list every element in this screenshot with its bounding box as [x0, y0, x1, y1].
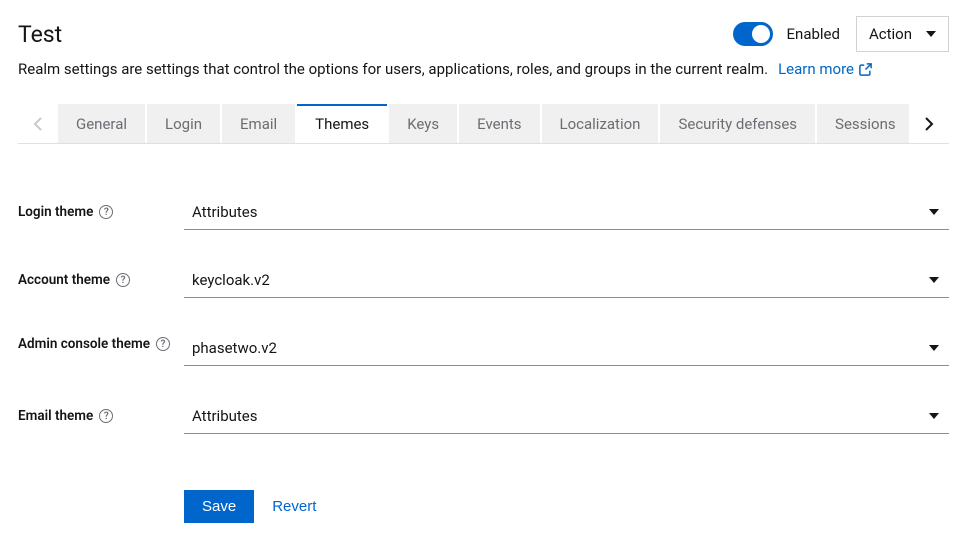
enabled-toggle[interactable] [733, 22, 773, 46]
help-icon[interactable]: ? [99, 409, 113, 423]
login-theme-select[interactable]: Attributes [184, 194, 949, 230]
help-icon[interactable]: ? [99, 205, 113, 219]
page-description: Realm settings are settings that control… [18, 60, 768, 78]
tab-list: General Login Email Themes Keys Events L… [58, 104, 909, 143]
tab-themes[interactable]: Themes [297, 104, 387, 143]
external-link-icon [858, 62, 873, 77]
caret-down-icon [926, 31, 936, 37]
tab-localization[interactable]: Localization [542, 104, 659, 143]
email-theme-label: Email theme [18, 408, 93, 424]
tab-security-defenses[interactable]: Security defenses [660, 104, 815, 143]
action-dropdown[interactable]: Action [856, 16, 949, 52]
email-theme-select[interactable]: Attributes [184, 398, 949, 434]
email-theme-value: Attributes [192, 407, 258, 425]
admin-console-theme-value: phasetwo.v2 [192, 339, 277, 357]
save-button[interactable]: Save [184, 490, 254, 523]
admin-console-theme-select[interactable]: phasetwo.v2 [184, 330, 949, 366]
enabled-label: Enabled [787, 25, 840, 43]
tab-events[interactable]: Events [459, 104, 539, 143]
login-theme-label: Login theme [18, 204, 93, 220]
help-icon[interactable]: ? [116, 273, 130, 287]
action-dropdown-label: Action [869, 25, 912, 43]
caret-down-icon [929, 277, 939, 283]
tab-email[interactable]: Email [222, 104, 295, 143]
tabs-scroll-right[interactable] [909, 104, 949, 143]
tabs-scroll-left [18, 104, 58, 143]
account-theme-select[interactable]: keycloak.v2 [184, 262, 949, 298]
page-title: Test [18, 21, 62, 48]
caret-down-icon [929, 413, 939, 419]
login-theme-value: Attributes [192, 203, 258, 221]
account-theme-value: keycloak.v2 [192, 271, 270, 289]
account-theme-label: Account theme [18, 272, 110, 288]
learn-more-link[interactable]: Learn more [778, 60, 873, 78]
help-icon[interactable]: ? [156, 337, 170, 351]
caret-down-icon [929, 209, 939, 215]
admin-console-theme-label: Admin console theme [18, 336, 150, 352]
learn-more-text: Learn more [778, 60, 854, 78]
tab-general[interactable]: General [58, 104, 145, 143]
revert-button[interactable]: Revert [272, 498, 316, 515]
tab-keys[interactable]: Keys [389, 104, 457, 143]
tab-sessions[interactable]: Sessions [817, 104, 909, 143]
caret-down-icon [929, 345, 939, 351]
tab-login[interactable]: Login [147, 104, 220, 143]
